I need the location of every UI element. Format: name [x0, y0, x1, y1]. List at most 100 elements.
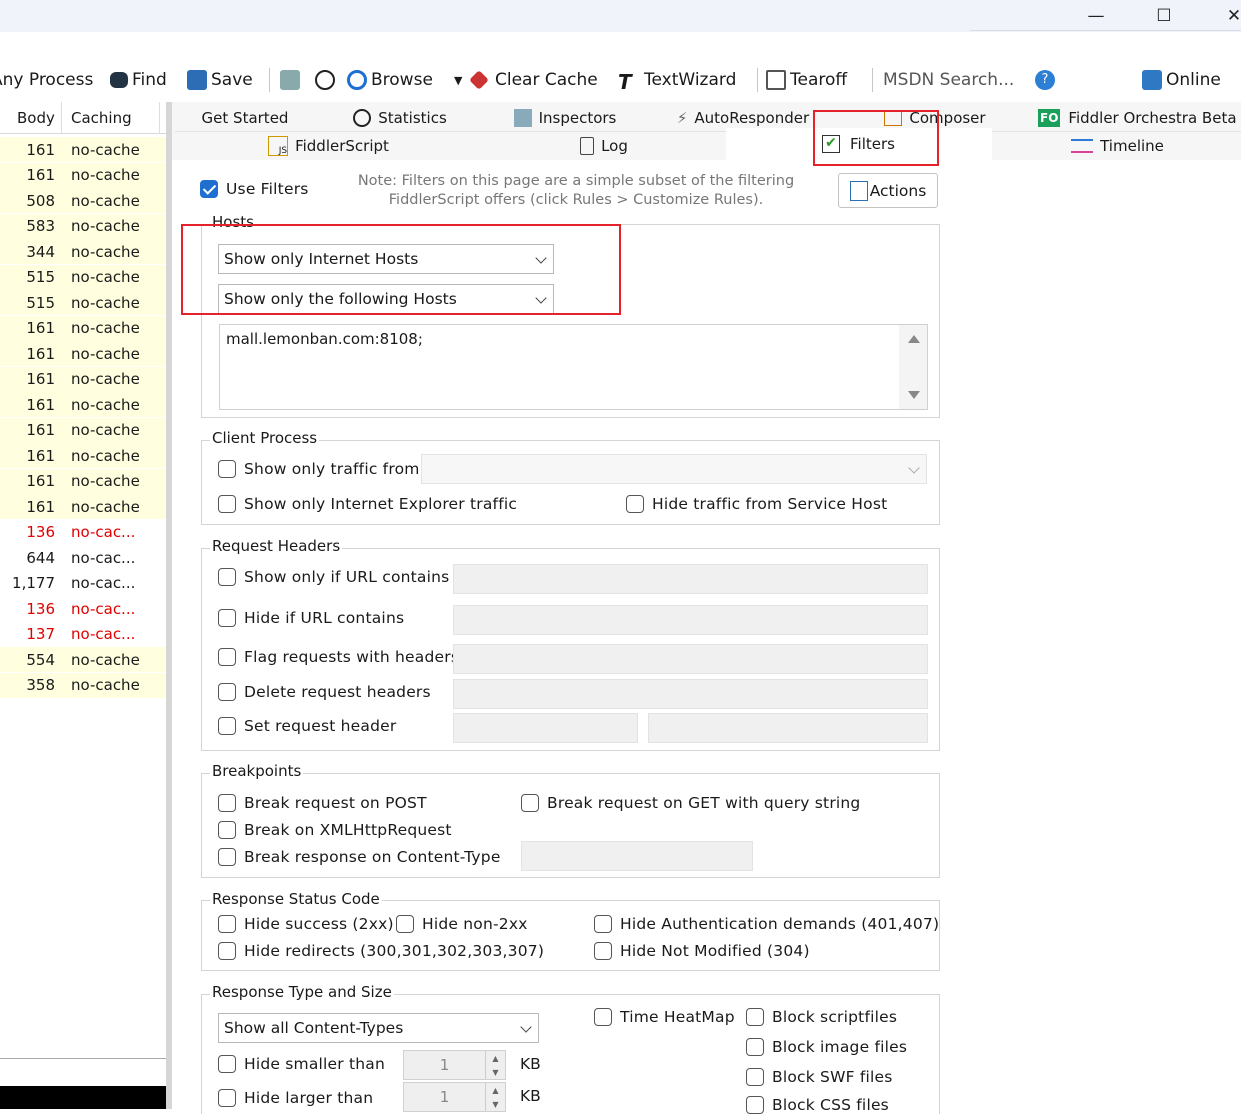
checkbox[interactable]: [218, 609, 236, 627]
checkbox[interactable]: [626, 495, 644, 513]
set-header-name-input[interactable]: [453, 713, 638, 743]
break-xhr-checkbox[interactable]: Break on XMLHttpRequest: [218, 821, 452, 839]
table-row[interactable]: 161 no-cache: [0, 341, 166, 366]
checkbox[interactable]: [218, 1055, 236, 1073]
block-css-checkbox[interactable]: Block CSS files: [746, 1096, 889, 1114]
checkbox[interactable]: [746, 1038, 764, 1056]
url-contains-input[interactable]: [453, 564, 928, 594]
table-row[interactable]: 161 no-cache: [0, 315, 166, 341]
help-button[interactable]: ?: [1035, 66, 1059, 94]
content-type-input[interactable]: [521, 841, 753, 871]
scroll-down-icon[interactable]: [908, 391, 920, 399]
hide-redirects-checkbox[interactable]: Hide redirects (300,301,302,303,307): [218, 942, 544, 960]
table-row[interactable]: 161 no-cache: [0, 366, 166, 392]
replay-button[interactable]: [280, 66, 304, 94]
set-header-value-input[interactable]: [648, 713, 928, 743]
checkbox[interactable]: [218, 1089, 236, 1107]
break-content-type-checkbox[interactable]: Break response on Content-Type: [218, 848, 501, 866]
checkbox[interactable]: [218, 495, 236, 513]
hosts-list-textarea[interactable]: mall.lemonban.com:8108;: [219, 324, 928, 410]
maximize-icon[interactable]: ☐: [1144, 0, 1184, 32]
column-body[interactable]: Body: [17, 109, 55, 127]
checkbox[interactable]: [218, 915, 236, 933]
delete-headers-input[interactable]: [453, 679, 928, 709]
show-traffic-from-checkbox[interactable]: Show only traffic from: [218, 460, 420, 478]
textwizard-button[interactable]: T TextWizard: [618, 66, 736, 94]
checkbox[interactable]: [396, 915, 414, 933]
checkbox[interactable]: [218, 794, 236, 812]
checkbox[interactable]: [218, 683, 236, 701]
timer-button[interactable]: [315, 66, 339, 94]
any-process-button[interactable]: Any Process: [0, 66, 93, 94]
flag-headers-checkbox[interactable]: Flag requests with headers: [218, 648, 459, 666]
checkbox[interactable]: [200, 180, 218, 198]
checkbox[interactable]: [594, 942, 612, 960]
hide-url-input[interactable]: [453, 605, 928, 635]
checkbox[interactable]: [218, 821, 236, 839]
scrollbar[interactable]: [899, 325, 927, 409]
tab-get-started[interactable]: Get Started: [185, 104, 305, 132]
checkbox[interactable]: [746, 1008, 764, 1026]
splitter[interactable]: [166, 102, 172, 1109]
table-row[interactable]: 136 no-cac...: [0, 596, 166, 621]
tab-log[interactable]: Log: [484, 132, 724, 160]
find-button[interactable]: Find: [110, 66, 167, 94]
tab-fiddler-orchestra[interactable]: FO Fiddler Orchestra Beta: [1038, 104, 1241, 132]
hide-service-host-checkbox[interactable]: Hide traffic from Service Host: [626, 495, 887, 513]
larger-than-stepper[interactable]: 1 ▲ ▼: [403, 1082, 506, 1112]
table-row[interactable]: 515 no-cache: [0, 264, 166, 290]
tab-inspectors[interactable]: Inspectors: [490, 104, 640, 132]
table-row[interactable]: 508 no-cache: [0, 188, 166, 213]
table-row[interactable]: 136 no-cac...: [0, 520, 166, 545]
block-image-checkbox[interactable]: Block image files: [746, 1038, 907, 1056]
browse-button[interactable]: Browse: [347, 66, 433, 94]
minimize-icon[interactable]: —: [1076, 0, 1116, 32]
set-header-checkbox[interactable]: Set request header: [218, 717, 396, 735]
checkbox[interactable]: [218, 848, 236, 866]
clear-cache-button[interactable]: Clear Cache: [469, 66, 598, 94]
flag-headers-input[interactable]: [453, 644, 928, 674]
scroll-up-icon[interactable]: [908, 335, 920, 343]
checkbox[interactable]: [218, 717, 236, 735]
hide-not-modified-checkbox[interactable]: Hide Not Modified (304): [594, 942, 810, 960]
checkbox[interactable]: [218, 648, 236, 666]
table-row[interactable]: 1,177 no-cac...: [0, 571, 166, 596]
actions-button[interactable]: Actions: [838, 173, 938, 208]
table-row[interactable]: 137 no-cac...: [0, 622, 166, 647]
checkbox[interactable]: [594, 915, 612, 933]
hide-larger-checkbox[interactable]: Hide larger than: [218, 1089, 373, 1107]
checkbox[interactable]: [746, 1096, 764, 1114]
hide-auth-checkbox[interactable]: Hide Authentication demands (401,407): [594, 915, 939, 933]
smaller-than-stepper[interactable]: 1 ▲ ▼: [403, 1050, 506, 1080]
use-filters-checkbox[interactable]: Use Filters: [200, 180, 309, 198]
content-types-select[interactable]: Show all Content-Types: [218, 1013, 539, 1043]
msdn-search-input[interactable]: MSDN Search...: [876, 66, 1026, 94]
tearoff-button[interactable]: Tearoff: [766, 66, 847, 94]
tab-fiddlerscript[interactable]: JS FiddlerScript: [175, 132, 482, 160]
hide-url-checkbox[interactable]: Hide if URL contains: [218, 609, 404, 627]
checkbox[interactable]: [521, 794, 539, 812]
checkbox[interactable]: [218, 942, 236, 960]
stepper-arrows-icon[interactable]: ▲ ▼: [485, 1051, 505, 1079]
hide-non2xx-checkbox[interactable]: Hide non-2xx: [396, 915, 528, 933]
time-heatmap-checkbox[interactable]: Time HeatMap: [594, 1008, 735, 1026]
ie-only-checkbox[interactable]: Show only Internet Explorer traffic: [218, 495, 517, 513]
table-row[interactable]: 161 no-cache: [0, 162, 166, 188]
table-row[interactable]: 161 no-cache: [0, 392, 166, 417]
table-row[interactable]: 161 no-cache: [0, 443, 166, 468]
table-row[interactable]: 358 no-cache: [0, 672, 166, 698]
table-row[interactable]: 161 no-cache: [0, 468, 166, 494]
process-select[interactable]: [421, 454, 927, 484]
close-icon[interactable]: ✕: [1214, 0, 1241, 32]
hide-success-checkbox[interactable]: Hide success (2xx): [218, 915, 394, 933]
block-script-checkbox[interactable]: Block scriptfiles: [746, 1008, 897, 1026]
table-row[interactable]: 161 no-cache: [0, 137, 166, 162]
tab-statistics[interactable]: Statistics: [330, 104, 470, 132]
table-row[interactable]: 161 no-cache: [0, 494, 166, 519]
break-post-checkbox[interactable]: Break request on POST: [218, 794, 427, 812]
tab-timeline[interactable]: Timeline: [994, 132, 1241, 160]
table-row[interactable]: 515 no-cache: [0, 290, 166, 315]
break-get-query-checkbox[interactable]: Break request on GET with query string: [521, 794, 860, 812]
table-row[interactable]: 644 no-cac...: [0, 545, 166, 570]
table-row[interactable]: 583 no-cache: [0, 213, 166, 239]
